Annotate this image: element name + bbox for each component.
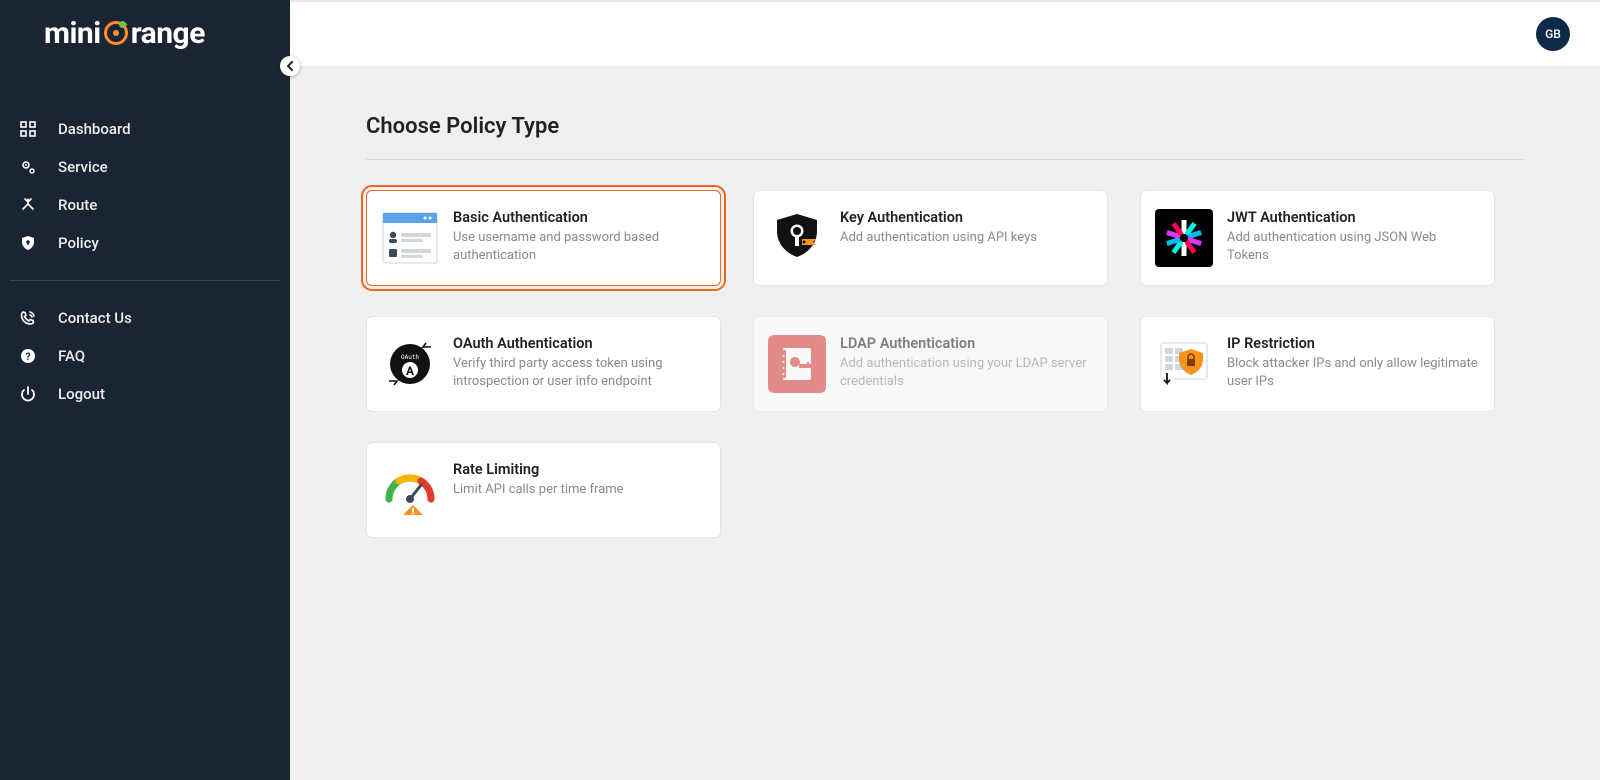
dashboard-icon	[18, 121, 38, 137]
chevron-left-icon	[286, 61, 294, 71]
basic-auth-icon	[381, 209, 439, 267]
policy-title: JWT Authentication	[1227, 209, 1478, 226]
brand-text-a: mini	[44, 16, 101, 51]
jwt-auth-icon	[1155, 209, 1213, 267]
gear-icon	[18, 159, 38, 175]
sidebar-item-policy[interactable]: Policy	[10, 224, 280, 262]
sidebar-divider	[10, 280, 280, 281]
ldap-icon	[768, 335, 826, 393]
policy-card-basic-auth[interactable]: Basic Authentication Use username and pa…	[366, 190, 721, 286]
brand-text-b: range	[131, 16, 205, 51]
sidebar-collapse-button[interactable]	[280, 56, 300, 76]
policy-title: Key Authentication	[840, 209, 1091, 226]
sidebar-item-label: Policy	[58, 234, 99, 252]
rate-limiting-icon	[381, 461, 439, 519]
sidebar-item-label: Contact Us	[58, 309, 132, 327]
policy-title: LDAP Authentication	[840, 335, 1091, 352]
policy-desc: Add authentication using API keys	[840, 229, 1091, 247]
avatar[interactable]: GB	[1536, 17, 1570, 51]
key-auth-icon	[768, 209, 826, 267]
policy-desc: Limit API calls per time frame	[453, 481, 704, 499]
policy-desc: Use username and password based authenti…	[453, 229, 704, 264]
sidebar-item-label: FAQ	[58, 347, 85, 365]
policy-desc: Block attacker IPs and only allow legiti…	[1227, 355, 1478, 390]
policy-desc: Add authentication using JSON Web Tokens	[1227, 229, 1478, 264]
sidebar-item-label: Dashboard	[58, 120, 131, 138]
ip-restriction-icon	[1155, 335, 1213, 393]
power-icon	[18, 386, 38, 402]
shield-icon	[18, 235, 38, 251]
policy-title: IP Restriction	[1227, 335, 1478, 352]
phone-icon	[18, 310, 38, 326]
sidebar-item-logout[interactable]: Logout	[10, 375, 280, 413]
policy-title: Basic Authentication	[453, 209, 704, 226]
avatar-initials: GB	[1545, 27, 1561, 41]
sidebar-item-service[interactable]: Service	[10, 148, 280, 186]
policy-card-rate-limiting[interactable]: Rate Limiting Limit API calls per time f…	[366, 442, 721, 538]
sidebar-item-label: Route	[58, 196, 97, 214]
sidebar-item-faq[interactable]: ? FAQ	[10, 337, 280, 375]
policy-desc: Add authentication using your LDAP serve…	[840, 355, 1091, 390]
sidebar-item-contact[interactable]: Contact Us	[10, 299, 280, 337]
brand-logo: mini range	[44, 16, 205, 51]
policy-card-jwt-auth[interactable]: JWT Authentication Add authentication us…	[1140, 190, 1495, 286]
policy-card-oauth[interactable]: OAuth A OAuth Authentication Verify third…	[366, 316, 721, 412]
sidebar-item-dashboard[interactable]: Dashboard	[10, 110, 280, 148]
sidebar-item-route[interactable]: Route	[10, 186, 280, 224]
sidebar-item-label: Service	[58, 158, 108, 176]
page-title: Choose Policy Type	[366, 114, 1524, 160]
svg-text:OAuth: OAuth	[401, 354, 419, 361]
route-icon	[18, 197, 38, 213]
policy-card-ldap[interactable]: LDAP Authentication Add authentication u…	[753, 316, 1108, 412]
sidebar-item-label: Logout	[58, 385, 105, 403]
policy-card-ip-restriction[interactable]: IP Restriction Block attacker IPs and on…	[1140, 316, 1495, 412]
policy-desc: Verify third party access token using in…	[453, 355, 704, 390]
policy-card-key-auth[interactable]: Key Authentication Add authentication us…	[753, 190, 1108, 286]
policy-title: OAuth Authentication	[453, 335, 704, 352]
question-icon: ?	[18, 348, 38, 364]
svg-text:?: ?	[26, 352, 31, 363]
svg-text:A: A	[406, 364, 415, 378]
oauth-icon: OAuth A	[381, 335, 439, 393]
policy-title: Rate Limiting	[453, 461, 704, 478]
